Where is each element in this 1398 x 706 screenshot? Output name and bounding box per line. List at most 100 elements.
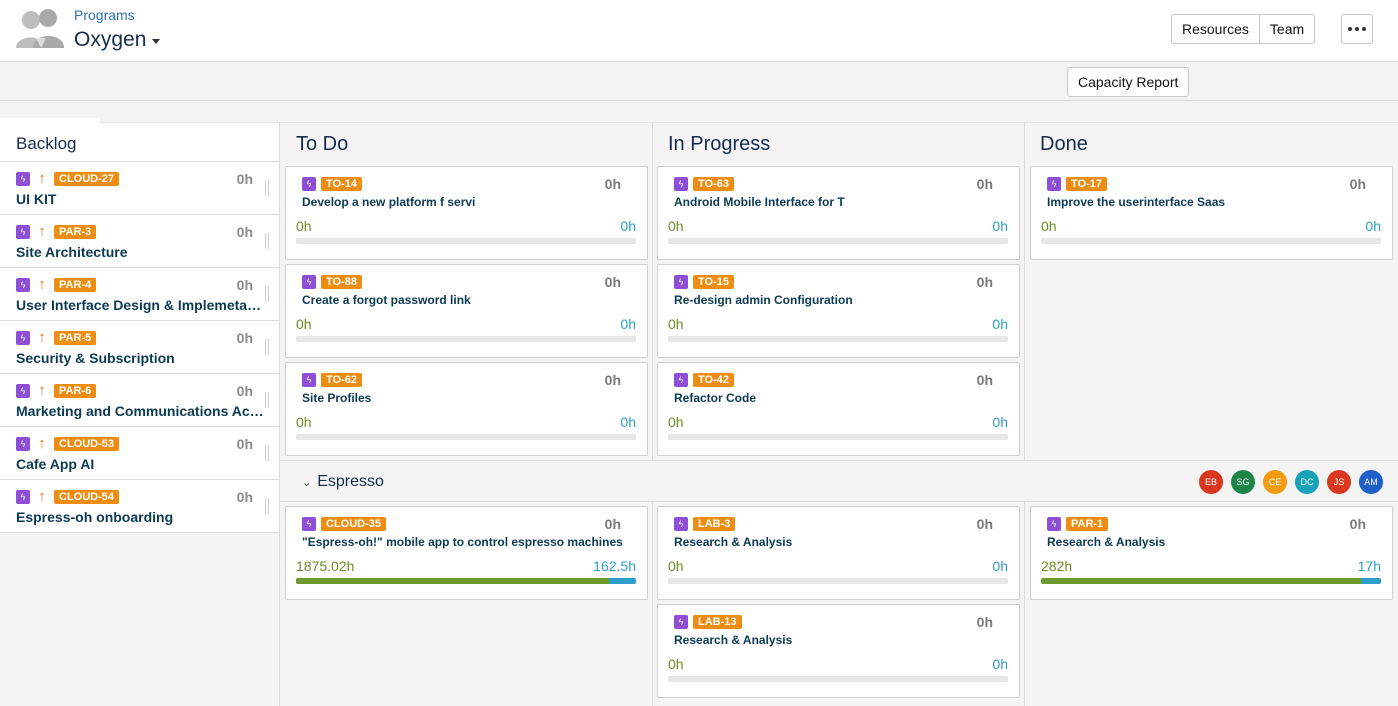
issue-card[interactable]: ϟ TO-62 0h Site Profiles 0h 0h	[285, 362, 648, 456]
epic-bolt-icon: ϟ	[674, 615, 688, 629]
avatar[interactable]: JS	[1327, 470, 1351, 494]
avatar[interactable]: AM	[1359, 470, 1383, 494]
card-spent: 0h	[296, 316, 312, 332]
card-remaining: 0h	[620, 414, 636, 430]
epic-bolt-icon: ϟ	[302, 517, 316, 531]
issue-key-badge[interactable]: CLOUD-35	[321, 517, 387, 531]
issue-key-badge[interactable]: PAR-3	[54, 225, 97, 239]
card-hours: 0h	[976, 614, 993, 630]
issue-card[interactable]: ϟ TO-63 0h Android Mobile Interface for T 0h…	[657, 166, 1020, 260]
card-meta: ϟ PAR-1	[1047, 517, 1109, 531]
backlog-item-hours: 0h	[236, 383, 253, 399]
issue-key-badge[interactable]: TO-17	[1066, 177, 1107, 191]
progress-bar	[1041, 578, 1381, 584]
avatar[interactable]: EB	[1199, 470, 1223, 494]
issue-card[interactable]: ϟ TO-15 0h Re-design admin Configuration 0h 0…	[657, 264, 1020, 358]
epic-bolt-icon: ϟ	[674, 517, 688, 531]
issue-key-badge[interactable]: TO-62	[321, 373, 362, 387]
team-button[interactable]: Team	[1258, 15, 1314, 43]
group-avatar-icon	[16, 9, 64, 48]
swimlane-toggle[interactable]: ⌄ Espresso	[302, 473, 384, 491]
drag-handle-icon[interactable]	[265, 445, 269, 461]
swimlane-espresso[interactable]: ⌄ Espresso EB SG CE DC JS AM	[280, 460, 1398, 502]
issue-key-badge[interactable]: TO-63	[693, 177, 734, 191]
capacity-report-button[interactable]: Capacity Report	[1067, 67, 1190, 97]
card-hours: 0h	[976, 516, 993, 532]
epic-bolt-icon: ϟ	[302, 373, 316, 387]
card-spent: 0h	[668, 218, 684, 234]
card-hours: 0h	[976, 372, 993, 388]
card-meta: ϟ TO-15	[674, 275, 734, 289]
issue-key-badge[interactable]: CLOUD-27	[54, 172, 120, 186]
drag-handle-icon[interactable]	[265, 286, 269, 302]
backlog-item-hours: 0h	[236, 277, 253, 293]
epic-bolt-icon: ϟ	[16, 225, 30, 239]
progress-bar	[296, 434, 636, 440]
backlog-item-hours: 0h	[236, 330, 253, 346]
backlog-item[interactable]: ϟ ↑ CLOUD-53 Cafe App AI 0h	[0, 427, 279, 480]
avatar[interactable]: SG	[1231, 470, 1255, 494]
epic-bolt-icon: ϟ	[16, 278, 30, 292]
priority-up-icon: ↑	[38, 223, 46, 240]
program-selector[interactable]: Oxygen	[74, 28, 161, 52]
card-meta: ϟ TO-42	[674, 373, 734, 387]
backlog-item[interactable]: ϟ ↑ CLOUD-27 UI KIT 0h	[0, 162, 279, 215]
progress-bar	[296, 578, 636, 584]
issue-card[interactable]: ϟ TO-14 0h Develop a new platform f servi 0h…	[285, 166, 648, 260]
backlog-item[interactable]: ϟ ↑ PAR-3 Site Architecture 0h	[0, 215, 279, 268]
backlog-item-title: Espress-oh onboarding	[16, 509, 174, 525]
issue-key-badge[interactable]: CLOUD-53	[54, 437, 120, 451]
avatar[interactable]: CE	[1263, 470, 1287, 494]
card-remaining: 0h	[992, 558, 1008, 574]
card-title: Android Mobile Interface for T	[674, 195, 845, 209]
backlog-item-meta: ϟ ↑ PAR-3	[16, 224, 263, 240]
issue-card[interactable]: ϟ TO-42 0h Refactor Code 0h 0h	[657, 362, 1020, 456]
drag-handle-icon[interactable]	[265, 339, 269, 355]
backlog-item[interactable]: ϟ ↑ PAR-5 Security & Subscription 0h	[0, 321, 279, 374]
progress-fill-remaining	[1360, 578, 1381, 584]
issue-key-badge[interactable]: TO-15	[693, 275, 734, 289]
issue-card[interactable]: ϟ LAB-3 0h Research & Analysis 0h 0h	[657, 506, 1020, 600]
card-hours: 0h	[604, 516, 621, 532]
backlog-item[interactable]: ϟ ↑ CLOUD-54 Espress-oh onboarding 0h	[0, 480, 279, 533]
drag-handle-icon[interactable]	[265, 498, 269, 514]
drag-handle-icon[interactable]	[265, 233, 269, 249]
backlog-item-meta: ϟ ↑ CLOUD-54	[16, 489, 263, 505]
issue-key-badge[interactable]: LAB-3	[693, 517, 736, 531]
card-title: Refactor Code	[674, 391, 757, 405]
card-meta: ϟ LAB-3	[674, 517, 736, 531]
card-remaining: 0h	[992, 218, 1008, 234]
issue-key-badge[interactable]: TO-88	[321, 275, 362, 289]
issue-key-badge[interactable]: CLOUD-54	[54, 490, 120, 504]
backlog-item[interactable]: ϟ ↑ PAR-6 Marketing and Communications Acti…	[0, 374, 279, 427]
breadcrumb[interactable]: Programs	[74, 7, 135, 23]
issue-card[interactable]: ϟ PAR-1 0h Research & Analysis 282h 17h	[1030, 506, 1393, 600]
issue-key-badge[interactable]: PAR-6	[54, 384, 97, 398]
issue-card[interactable]: ϟ TO-17 0h Improve the userinterface Saas 0h…	[1030, 166, 1393, 260]
drag-handle-icon[interactable]	[265, 392, 269, 408]
backlog-item-hours: 0h	[236, 171, 253, 187]
issue-key-badge[interactable]: LAB-13	[693, 615, 742, 629]
issue-card[interactable]: ϟ LAB-13 0h Research & Analysis 0h 0h	[657, 604, 1020, 698]
card-title: Create a forgot password link	[302, 293, 471, 307]
resources-button[interactable]: Resources	[1172, 15, 1259, 43]
more-dot-icon	[1355, 27, 1359, 31]
backlog-item-title: Cafe App AI	[16, 456, 95, 472]
drag-handle-icon[interactable]	[265, 180, 269, 196]
issue-key-badge[interactable]: TO-14	[321, 177, 362, 191]
backlog-item-title: Marketing and Communications Activities	[16, 403, 264, 419]
issue-key-badge[interactable]: TO-42	[693, 373, 734, 387]
epic-bolt-icon: ϟ	[674, 373, 688, 387]
issue-key-badge[interactable]: PAR-1	[1066, 517, 1109, 531]
card-title: Improve the userinterface Saas	[1047, 195, 1226, 209]
issue-card[interactable]: ϟ CLOUD-35 0h "Espress-oh!" mobile app to c…	[285, 506, 648, 600]
backlog-title: Backlog	[0, 123, 279, 162]
issue-key-badge[interactable]: PAR-4	[54, 278, 97, 292]
backlog-item[interactable]: ϟ ↑ PAR-4 User Interface Design & Implemeta…	[0, 268, 279, 321]
issue-card[interactable]: ϟ TO-88 0h Create a forgot password link 0h 0…	[285, 264, 648, 358]
card-remaining: 0h	[992, 656, 1008, 672]
issue-key-badge[interactable]: PAR-5	[54, 331, 97, 345]
avatar[interactable]: DC	[1295, 470, 1319, 494]
priority-up-icon: ↑	[38, 329, 46, 346]
more-options-button[interactable]	[1341, 14, 1373, 44]
